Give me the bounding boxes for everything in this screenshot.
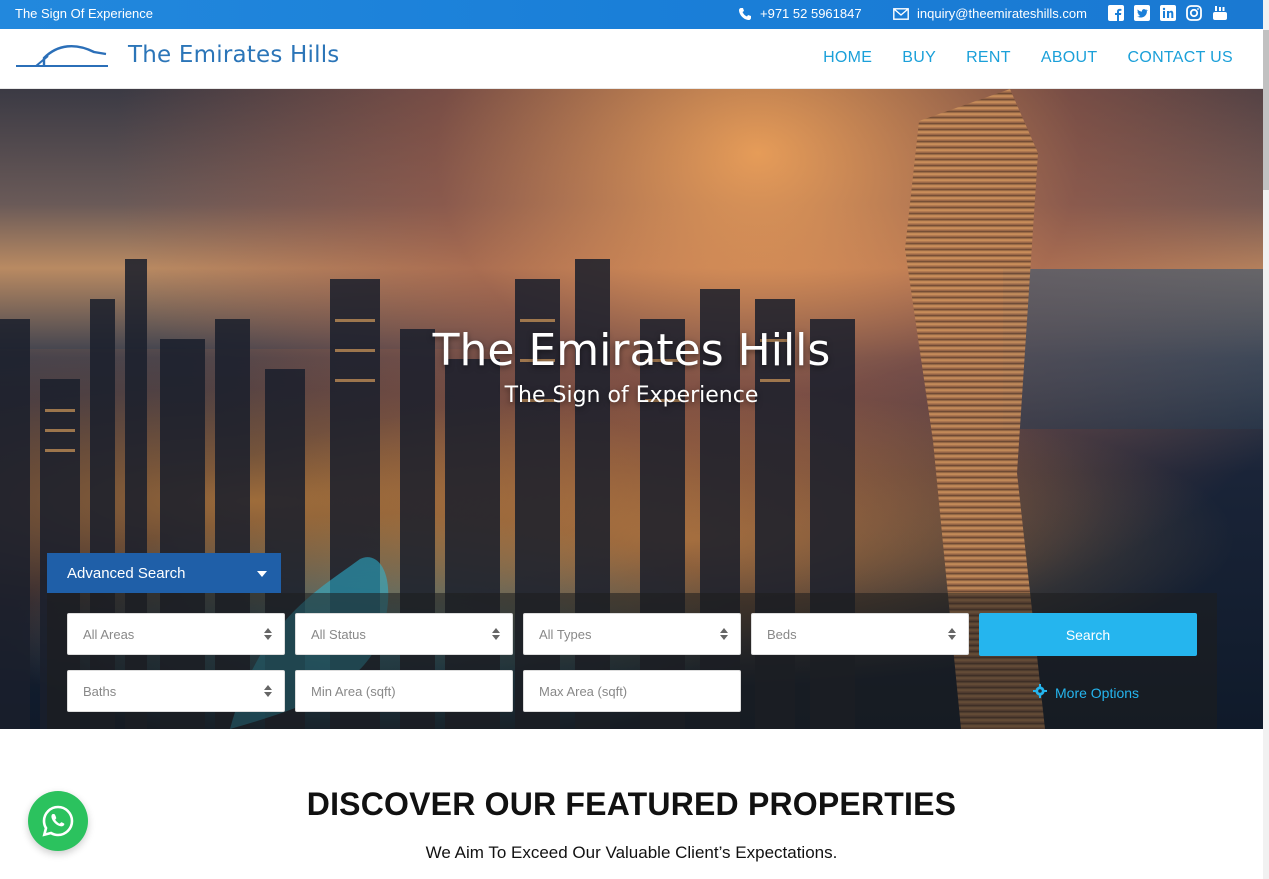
envelope-icon	[893, 7, 909, 20]
caret-down-icon	[257, 571, 267, 577]
featured-subtitle: We Aim To Exceed Our Valuable Client’s E…	[425, 843, 838, 862]
phone-number: +971 52 5961847	[760, 6, 862, 21]
youtube-icon[interactable]	[1212, 5, 1228, 21]
search-button[interactable]: Search	[979, 613, 1197, 656]
nav-about[interactable]: ABOUT	[1041, 49, 1098, 67]
social-links	[1108, 5, 1228, 21]
sort-arrows-icon	[720, 628, 728, 642]
whatsapp-icon	[42, 805, 74, 837]
site-header: The Emirates Hills HOME BUY RENT ABOUT C…	[0, 29, 1263, 89]
more-options-link[interactable]: More Options	[1033, 684, 1139, 701]
max-area-input[interactable]: Max Area (sqft)	[523, 670, 741, 712]
logo-text: The Emirates Hills	[128, 42, 340, 68]
baths-select-value: Baths	[83, 684, 117, 699]
featured-title: DISCOVER OUR FEATURED PROPERTIES	[306, 786, 957, 822]
hero-title: The Emirates Hills	[432, 325, 831, 376]
sort-arrows-icon	[264, 628, 272, 642]
scrollbar-thumb[interactable]	[1263, 30, 1269, 190]
gear-icon	[1033, 684, 1047, 701]
beds-select[interactable]: Beds	[751, 613, 969, 655]
areas-select-value: All Areas	[83, 627, 135, 642]
more-options-label: More Options	[1055, 684, 1140, 701]
logo[interactable]: The Emirates Hills	[14, 40, 339, 70]
baths-select[interactable]: Baths	[67, 670, 285, 712]
status-select-value: All Status	[311, 627, 366, 642]
twitter-icon[interactable]	[1134, 5, 1150, 21]
nav-contact-us[interactable]: CONTACT US	[1127, 49, 1233, 67]
top-bar: The Sign Of Experience +971 52 5961847 i…	[0, 0, 1263, 29]
page-scrollbar[interactable]	[1263, 0, 1269, 879]
tagline: The Sign Of Experience	[15, 6, 154, 21]
phone-icon	[738, 7, 752, 21]
min-area-placeholder: Min Area (sqft)	[311, 684, 396, 699]
nav-buy[interactable]: BUY	[902, 49, 936, 67]
hero-subtitle: The Sign of Experience	[504, 383, 759, 408]
main-nav: HOME BUY RENT ABOUT CONTACT US	[823, 49, 1233, 67]
sort-arrows-icon	[264, 685, 272, 699]
areas-select[interactable]: All Areas	[67, 613, 285, 655]
min-area-input[interactable]: Min Area (sqft)	[295, 670, 513, 712]
whatsapp-chat-button[interactable]	[28, 791, 88, 851]
beds-select-value: Beds	[767, 627, 797, 642]
status-select[interactable]: All Status	[295, 613, 513, 655]
linkedin-icon[interactable]	[1160, 5, 1176, 21]
logo-mark-icon	[16, 45, 108, 67]
max-area-placeholder: Max Area (sqft)	[539, 684, 628, 699]
types-select-value: All Types	[539, 627, 592, 642]
advanced-search-toggle[interactable]: Advanced Search	[47, 553, 281, 593]
nav-home[interactable]: HOME	[823, 49, 872, 67]
types-select[interactable]: All Types	[523, 613, 741, 655]
phone-link[interactable]: +971 52 5961847	[738, 6, 862, 21]
nav-rent[interactable]: RENT	[966, 49, 1011, 67]
email-address: inquiry@theemirateshills.com	[917, 6, 1087, 21]
facebook-icon[interactable]	[1108, 5, 1124, 21]
advanced-search-label: Advanced Search	[67, 565, 186, 582]
instagram-icon[interactable]	[1186, 5, 1202, 21]
email-link[interactable]: inquiry@theemirateshills.com	[893, 6, 1087, 21]
sort-arrows-icon	[492, 628, 500, 642]
sort-arrows-icon	[948, 628, 956, 642]
